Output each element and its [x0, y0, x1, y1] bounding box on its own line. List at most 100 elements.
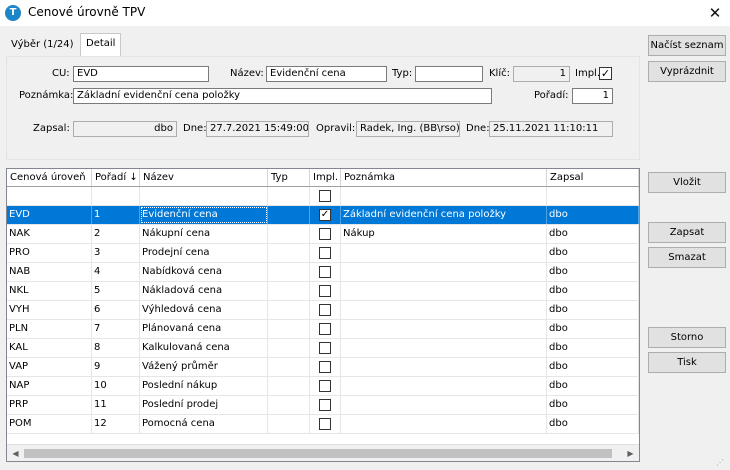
table-row[interactable]: KAL 8 Kalkulovaná cena dbo	[7, 339, 639, 358]
cell-typ[interactable]	[268, 415, 310, 433]
filter-cell[interactable]	[92, 187, 140, 205]
table-row[interactable]: NAB 4 Nabídková cena dbo	[7, 263, 639, 282]
cell-typ[interactable]	[268, 282, 310, 300]
impl-checkbox[interactable]: ✓	[319, 209, 331, 221]
cell-typ[interactable]	[268, 225, 310, 243]
impl-checkbox[interactable]	[319, 342, 331, 354]
vlozit-button[interactable]: Vložit	[648, 172, 726, 193]
cell-cenova-uroven[interactable]: POM	[7, 415, 92, 433]
cell-impl[interactable]	[310, 396, 341, 414]
filter-cell[interactable]	[341, 187, 547, 205]
cell-cenova-uroven[interactable]: PRO	[7, 244, 92, 262]
cell-nazev[interactable]: Nabídková cena	[140, 263, 268, 281]
tisk-button[interactable]: Tisk	[648, 352, 726, 373]
cell-nazev[interactable]: Vážený průměr	[140, 358, 268, 376]
cell-zapsal[interactable]: dbo	[547, 225, 639, 243]
cell-impl[interactable]	[310, 358, 341, 376]
cell-typ[interactable]	[268, 206, 310, 224]
cell-cenova-uroven[interactable]: KAL	[7, 339, 92, 357]
cell-nazev[interactable]: Evidenční cena	[140, 206, 268, 224]
impl-checkbox[interactable]	[319, 228, 331, 240]
poradi-field[interactable]: 1	[572, 88, 613, 104]
cell-poznamka[interactable]	[341, 301, 547, 319]
cell-poradi[interactable]: 12	[92, 415, 140, 433]
cell-nazev[interactable]: Kalkulovaná cena	[140, 339, 268, 357]
cell-nazev[interactable]: Nákupní cena	[140, 225, 268, 243]
cell-impl[interactable]: ✓	[310, 206, 341, 224]
scroll-left-icon[interactable]: ◀	[7, 445, 24, 461]
cell-cenova-uroven[interactable]: NAB	[7, 263, 92, 281]
cell-impl[interactable]	[310, 225, 341, 243]
cell-poznamka[interactable]	[341, 320, 547, 338]
cell-typ[interactable]	[268, 396, 310, 414]
cell-typ[interactable]	[268, 339, 310, 357]
impl-checkbox[interactable]	[319, 304, 331, 316]
impl-checkbox[interactable]: ✓	[599, 67, 612, 80]
cu-field[interactable]: EVD	[73, 66, 209, 82]
cell-zapsal[interactable]: dbo	[547, 377, 639, 395]
cell-cenova-uroven[interactable]: EVD	[7, 206, 92, 224]
cell-poznamka[interactable]	[341, 396, 547, 414]
cell-typ[interactable]	[268, 301, 310, 319]
cell-poradi[interactable]: 10	[92, 377, 140, 395]
col-header-typ[interactable]: Typ	[268, 169, 310, 186]
cell-poradi[interactable]: 9	[92, 358, 140, 376]
cell-typ[interactable]	[268, 358, 310, 376]
tab-vyber[interactable]: Výběr (1/24)	[6, 36, 79, 56]
cell-poradi[interactable]: 1	[92, 206, 140, 224]
horizontal-scrollbar[interactable]: ◀ ▶	[7, 444, 639, 461]
cell-typ[interactable]	[268, 244, 310, 262]
cell-impl[interactable]	[310, 263, 341, 281]
filter-cell[interactable]	[268, 187, 310, 205]
cell-nazev[interactable]: Prodejní cena	[140, 244, 268, 262]
cell-typ[interactable]	[268, 320, 310, 338]
cell-zapsal[interactable]: dbo	[547, 396, 639, 414]
cell-impl[interactable]	[310, 244, 341, 262]
tab-detail[interactable]: Detail	[80, 33, 122, 58]
cell-zapsal[interactable]: dbo	[547, 206, 639, 224]
col-header-poradi[interactable]: Pořadí ↓	[92, 169, 140, 186]
col-header-zapsal[interactable]: Zapsal	[547, 169, 639, 186]
cell-poznamka[interactable]	[341, 377, 547, 395]
cell-zapsal[interactable]: dbo	[547, 339, 639, 357]
table-row[interactable]: NKL 5 Nákladová cena dbo	[7, 282, 639, 301]
cell-impl[interactable]	[310, 301, 341, 319]
scroll-right-icon[interactable]: ▶	[622, 445, 639, 461]
table-row[interactable]: POM 12 Pomocná cena dbo	[7, 415, 639, 434]
smazat-button[interactable]: Smazat	[648, 247, 726, 268]
typ-field[interactable]	[415, 66, 483, 82]
table-row[interactable]: PRO 3 Prodejní cena dbo	[7, 244, 639, 263]
filter-impl-checkbox[interactable]	[319, 190, 331, 202]
cell-typ[interactable]	[268, 377, 310, 395]
data-grid[interactable]: Cenová úroveň Pořadí ↓ Název Typ Impl. P…	[6, 168, 640, 462]
cell-poradi[interactable]: 7	[92, 320, 140, 338]
poznamka-field[interactable]: Základní evidenční cena položky	[73, 88, 492, 104]
cell-poznamka[interactable]	[341, 282, 547, 300]
cell-poradi[interactable]: 11	[92, 396, 140, 414]
cell-poznamka[interactable]	[341, 358, 547, 376]
table-row[interactable]: PRP 11 Poslední prodej dbo	[7, 396, 639, 415]
table-row[interactable]: EVD 1 Evidenční cena ✓ Základní evidenční ce…	[7, 206, 639, 225]
cell-zapsal[interactable]: dbo	[547, 358, 639, 376]
col-header-cenova-uroven[interactable]: Cenová úroveň	[7, 169, 92, 186]
scrollbar-thumb[interactable]	[24, 449, 612, 458]
cell-poznamka[interactable]: Nákup	[341, 225, 547, 243]
impl-checkbox[interactable]	[319, 380, 331, 392]
cell-cenova-uroven[interactable]: NAP	[7, 377, 92, 395]
impl-checkbox[interactable]	[319, 285, 331, 297]
cell-cenova-uroven[interactable]: PRP	[7, 396, 92, 414]
col-header-impl[interactable]: Impl.	[310, 169, 341, 186]
cell-poznamka[interactable]	[341, 415, 547, 433]
col-header-nazev[interactable]: Název	[140, 169, 268, 186]
storno-button[interactable]: Storno	[648, 327, 726, 348]
cell-poradi[interactable]: 2	[92, 225, 140, 243]
cell-nazev[interactable]: Pomocná cena	[140, 415, 268, 433]
cell-poradi[interactable]: 8	[92, 339, 140, 357]
cell-nazev[interactable]: Výhledová cena	[140, 301, 268, 319]
cell-poradi[interactable]: 5	[92, 282, 140, 300]
impl-checkbox[interactable]	[319, 323, 331, 335]
cell-poznamka[interactable]: Základní evidenční cena položky	[341, 206, 547, 224]
cell-cenova-uroven[interactable]: NAK	[7, 225, 92, 243]
cell-zapsal[interactable]: dbo	[547, 244, 639, 262]
cell-poradi[interactable]: 4	[92, 263, 140, 281]
